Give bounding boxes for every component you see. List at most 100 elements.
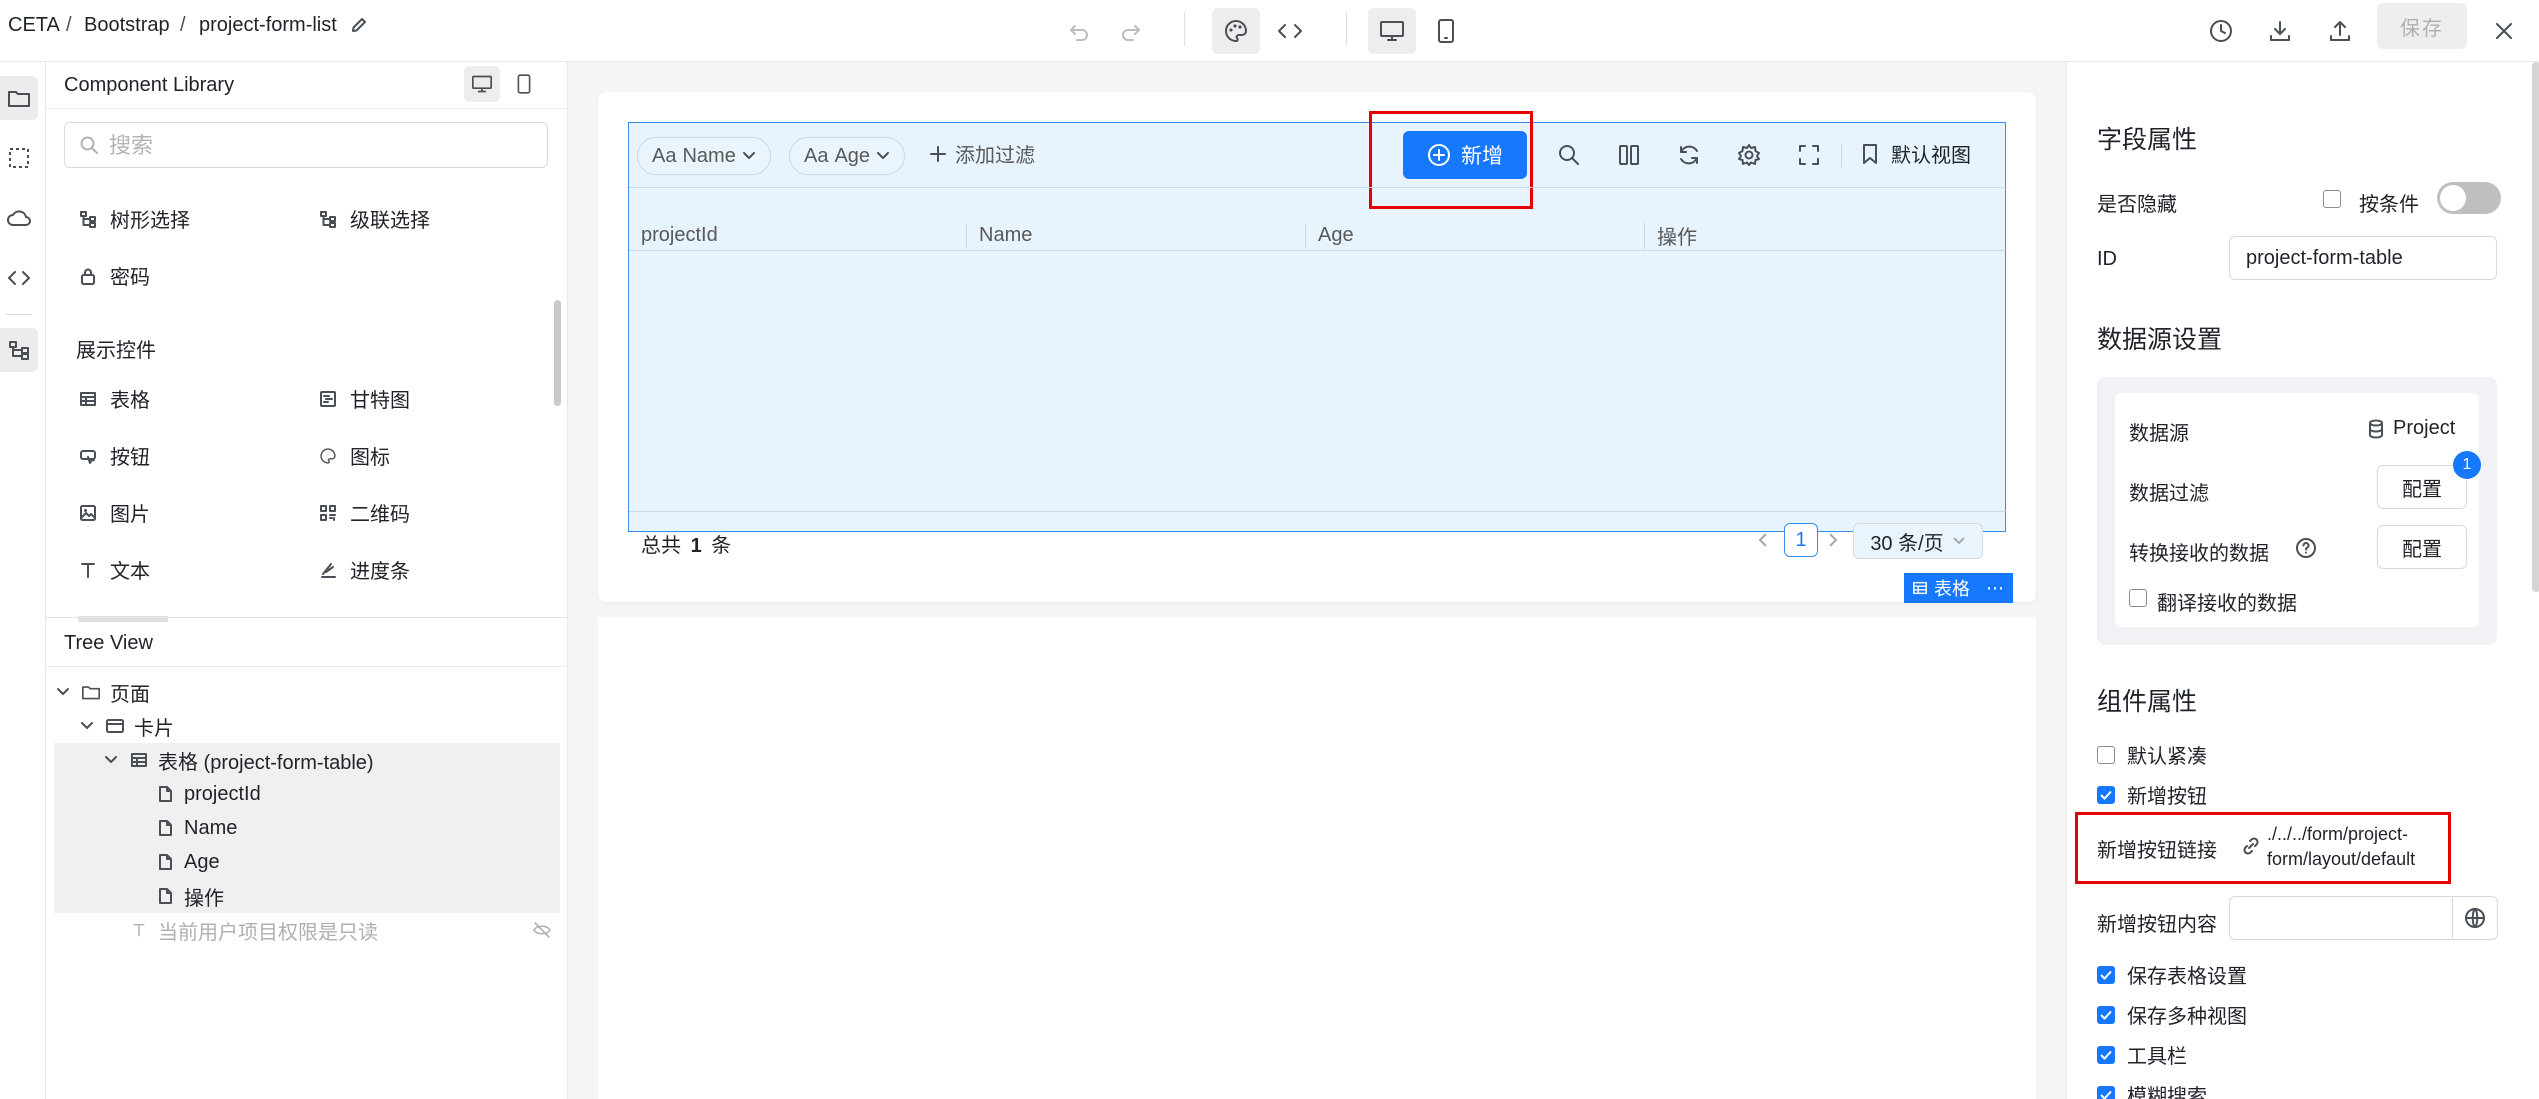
add-filter-button[interactable]: 添加过滤 [929,139,1035,168]
data-filter-config-button[interactable]: 配置 [2377,465,2467,509]
fuzzy-search-checkbox[interactable] [2097,1085,2115,1099]
history-clock-icon[interactable] [2197,8,2245,54]
save-table-settings-option[interactable]: 保存表格设置 [2097,960,2247,989]
chevron-left-icon[interactable] [1757,531,1769,549]
column-header-actions[interactable]: 操作 [1657,203,1697,267]
tree-node-table[interactable]: 表格 (project-form-table) [54,743,560,777]
selected-component-tag[interactable]: 表格 ⋯ [1904,573,2013,603]
hidden-toggle[interactable] [2437,182,2501,214]
translate-checkbox[interactable] [2129,589,2147,607]
chevron-down-icon[interactable] [78,721,96,731]
library-item-cascader[interactable]: 级联选择 [318,204,430,233]
columns-icon[interactable] [1614,139,1644,171]
fuzzy-search-option[interactable]: 模糊搜索 [2097,1080,2207,1099]
library-item-icon[interactable]: 图标 [318,441,390,470]
column-separator[interactable] [1644,223,1645,249]
cloud-icon[interactable] [0,196,38,240]
language-globe-button[interactable] [2452,896,2498,940]
text-icon [78,560,98,580]
eye-off-icon[interactable] [532,921,552,939]
save-button[interactable]: 保存 [2377,3,2467,49]
tree-structure-icon[interactable] [0,328,38,372]
files-folder-icon[interactable] [0,76,38,120]
more-icon[interactable]: ⋯ [1986,578,2005,599]
edit-pencil-icon[interactable] [350,16,368,34]
column-header-projectid[interactable]: projectId [641,203,718,267]
transform-config-button[interactable]: 配置 [2377,525,2467,569]
id-input[interactable]: project-form-table [2229,236,2497,280]
download-icon[interactable] [2256,8,2304,54]
library-item-qrcode[interactable]: 二维码 [318,498,410,527]
column-separator[interactable] [1305,223,1306,249]
toolbar-checkbox[interactable] [2097,1045,2115,1064]
close-icon[interactable] [2480,8,2528,54]
library-scrollbar[interactable] [554,300,561,406]
desktop-view-button[interactable] [1368,8,1416,54]
library-item-gantt[interactable]: 甘特图 [318,384,410,413]
add-button-option[interactable]: 新增按钮 [2097,780,2207,809]
save-views-option[interactable]: 保存多种视图 [2097,1000,2247,1029]
library-mobile-icon[interactable] [506,66,542,102]
library-item-progress[interactable]: 进度条 [318,555,410,584]
add-button-checkbox[interactable] [2097,785,2115,804]
library-desktop-icon[interactable] [464,66,500,102]
filter-chip-age[interactable]: Aa Age [789,137,906,175]
library-search-box[interactable] [64,122,548,168]
breadcrumb-separator: / [180,14,186,36]
code-button[interactable] [1266,8,1314,54]
id-label: ID [2097,248,2117,270]
tree-node-name[interactable]: Name [54,811,560,845]
tree-node-age[interactable]: Age [54,845,560,879]
column-header-age[interactable]: Age [1318,203,1354,267]
tree-node-card[interactable]: 卡片 [54,709,560,743]
column-header-name[interactable]: Name [979,203,1032,267]
upload-icon[interactable] [2316,8,2364,54]
breadcrumb-bootstrap[interactable]: Bootstrap [84,14,170,37]
chevron-down-icon[interactable] [54,687,72,697]
tree-node-page[interactable]: 页面 [54,675,560,709]
refresh-icon[interactable] [1674,139,1704,171]
library-search-input[interactable] [109,133,529,159]
datasource-value[interactable]: Project [2367,417,2455,440]
add-content-input[interactable] [2229,896,2453,940]
default-view-button[interactable]: 默认视图 [1861,139,1971,168]
library-item-text[interactable]: 文本 [78,555,150,584]
pagination-current-page[interactable]: 1 [1784,523,1818,557]
column-separator[interactable] [966,223,967,249]
page-size-select[interactable]: 30 条/页 [1853,523,1983,559]
fullscreen-icon[interactable] [1794,139,1824,171]
library-item-button[interactable]: 按钮 [78,441,150,470]
tree-node-projectid[interactable]: projectId [54,777,560,811]
library-item-tree-select[interactable]: 树形选择 [78,204,190,233]
library-item-password[interactable]: 密码 [78,261,150,290]
select-region-icon[interactable] [0,136,38,180]
save-views-checkbox[interactable] [2097,1005,2115,1024]
properties-scrollbar[interactable] [2532,62,2539,592]
library-item-label: 表格 [110,390,150,412]
table-component[interactable]: Aa Name Aa Age 添加过滤 新增 默认视图 projectId Na… [628,111,2007,559]
code-icon[interactable] [0,256,38,300]
library-item-table[interactable]: 表格 [78,384,150,413]
filter-chip-name[interactable]: Aa Name [637,137,771,175]
redo-button[interactable] [1108,8,1156,54]
condition-checkbox[interactable] [2323,190,2341,208]
save-table-settings-checkbox[interactable] [2097,965,2115,984]
mobile-view-button[interactable] [1422,8,1470,54]
settings-gear-icon[interactable] [1734,139,1764,171]
breadcrumb-root[interactable]: CETA [8,14,60,37]
default-compact-option[interactable]: 默认紧凑 [2097,740,2207,769]
table-icon [128,751,150,769]
chevron-right-icon[interactable] [1827,531,1839,549]
help-question-icon[interactable] [2295,537,2317,559]
theme-palette-button[interactable] [1212,8,1260,54]
toolbar-option[interactable]: 工具栏 [2097,1040,2187,1069]
library-item-image[interactable]: 图片 [78,498,150,527]
search-icon[interactable] [1554,139,1584,171]
chevron-down-icon[interactable] [102,755,120,765]
default-compact-checkbox[interactable] [2097,745,2115,764]
add-link-value[interactable]: ./../../form/project- form/layout/defaul… [2267,822,2415,872]
tree-node-readonly-text[interactable]: 当前用户项目权限是只读 [54,913,560,947]
undo-button[interactable] [1054,8,1102,54]
tree-node-actions[interactable]: 操作 [54,879,560,913]
tree-select-icon [78,209,98,229]
